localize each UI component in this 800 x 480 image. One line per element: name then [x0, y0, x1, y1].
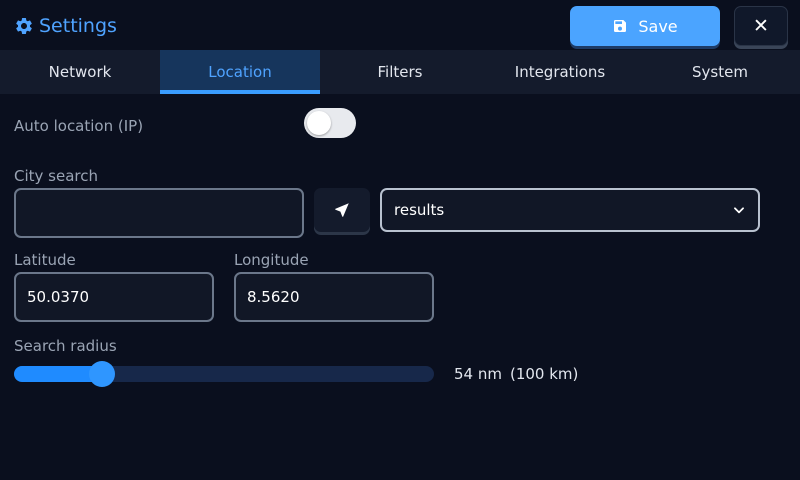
slider-thumb[interactable] [89, 361, 116, 387]
title-wrap: Settings [14, 13, 117, 39]
save-button[interactable]: Save [570, 6, 720, 46]
close-button[interactable]: ✕ [734, 6, 788, 46]
auto-location-toggle[interactable] [304, 108, 356, 138]
radius-nm: 54 nm [454, 365, 502, 383]
tab-network[interactable]: Network [0, 50, 160, 94]
radius-readout: 54 nm (100 km) [454, 365, 578, 383]
auto-location-label: Auto location (IP) [14, 117, 144, 135]
results-select[interactable]: results [380, 188, 760, 232]
gear-icon [14, 16, 34, 36]
city-search-label: City search [14, 167, 98, 185]
latitude-input[interactable] [14, 272, 214, 322]
floppy-disk-icon [614, 20, 627, 32]
tab-system[interactable]: System [640, 50, 800, 94]
location-arrow-icon [335, 203, 349, 217]
latitude-label: Latitude [14, 251, 76, 269]
chevron-down-icon [734, 207, 744, 214]
radius-km: (100 km) [509, 365, 579, 383]
longitude-label: Longitude [234, 251, 309, 269]
locate-button[interactable] [314, 188, 370, 232]
tab-filters[interactable]: Filters [320, 50, 480, 94]
tab-bar: Network Location Filters Integrations Sy… [0, 50, 800, 94]
longitude-input[interactable] [234, 272, 434, 322]
save-button-label: Save [638, 16, 678, 36]
tab-integrations[interactable]: Integrations [480, 50, 640, 94]
city-search-input[interactable] [14, 188, 304, 238]
close-icon: ✕ [753, 15, 769, 37]
search-radius-label: Search radius [14, 337, 117, 355]
header: Settings Save ✕ [0, 0, 800, 50]
results-select-value: results [394, 201, 445, 219]
search-radius-slider[interactable] [14, 361, 434, 387]
page-title: Settings [39, 15, 117, 37]
tab-location[interactable]: Location [160, 50, 320, 94]
toggle-knob [307, 111, 331, 135]
